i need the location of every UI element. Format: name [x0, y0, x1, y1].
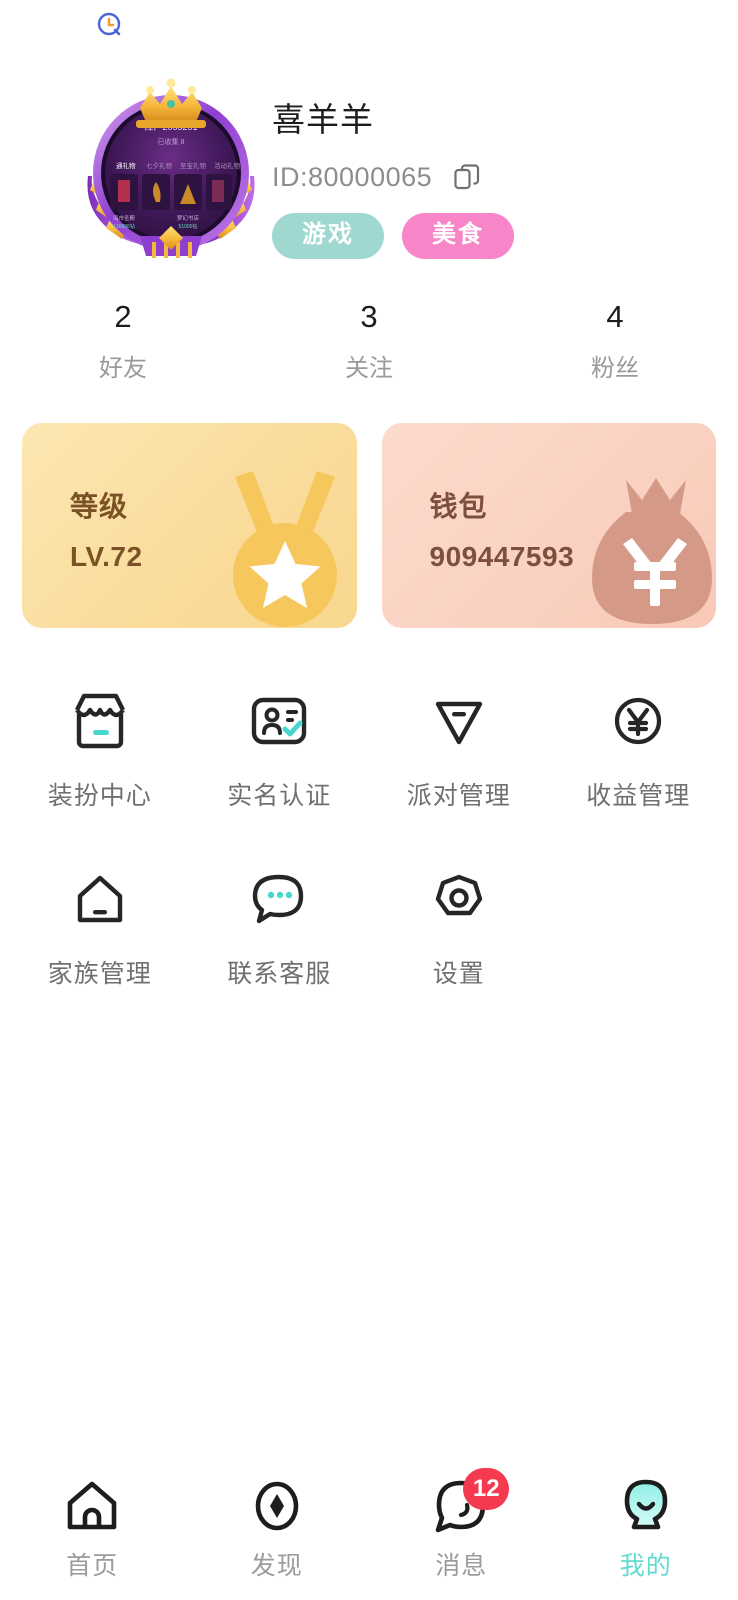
menu-item-label: 实名认证 — [227, 781, 332, 810]
svg-text:梦幻书店: 梦幻书店 — [177, 214, 200, 222]
tab-home[interactable]: 首页 — [0, 1476, 185, 1582]
chat-support-icon — [190, 866, 370, 932]
stat-value: 4 — [606, 298, 624, 334]
stat-label: 关注 — [345, 354, 393, 382]
status-bar — [0, 0, 738, 52]
stat-following[interactable]: 3 关注 — [246, 299, 492, 383]
tab-label: 首页 — [66, 1552, 119, 1580]
tab-messages[interactable]: 12 消息 — [369, 1468, 554, 1582]
menu-grid: 装扮中心 实名认证 派对管理 收益管理 家族管理 联系客服 设置 — [0, 676, 738, 990]
menu-item-identity-verification[interactable]: 实名认证 — [190, 676, 370, 812]
menu-item-settings[interactable]: 设置 — [369, 854, 549, 990]
menu-row-1: 装扮中心 实名认证 派对管理 收益管理 — [10, 676, 728, 812]
menu-item-label: 联系客服 — [227, 959, 332, 988]
stats-row: 2 好友 3 关注 4 粉丝 — [0, 299, 738, 383]
clock-q-icon — [96, 11, 124, 39]
stat-value: 2 — [114, 298, 132, 334]
stat-value: 3 — [360, 298, 378, 334]
profile-header: 库户2055251 已收集 8 通礼物 七夕礼物 至宝礼物 活动礼物 海市圣殿 … — [0, 52, 738, 259]
message-chat-icon: 12 — [369, 1468, 554, 1536]
status-badge: 12 — [463, 1468, 510, 1510]
svg-text:51000钻: 51000钻 — [179, 223, 198, 230]
menu-cell-empty — [549, 854, 729, 990]
user-id-label: ID:80000065 — [272, 161, 433, 192]
stat-label: 粉丝 — [591, 354, 639, 382]
compass-discover-icon — [185, 1476, 370, 1536]
stat-label: 好友 — [99, 354, 147, 382]
user-id-row[interactable]: ID:80000065 — [272, 162, 514, 193]
page-title: 喜羊羊 — [272, 101, 374, 138]
menu-item-label: 派对管理 — [406, 781, 511, 810]
stat-followers[interactable]: 4 粉丝 — [492, 299, 738, 383]
svg-text:七夕礼物: 七夕礼物 — [146, 161, 173, 170]
tab-label: 发现 — [250, 1552, 303, 1580]
wallet-card-value: 909447593 — [429, 540, 575, 572]
yen-circle-icon — [549, 688, 729, 754]
level-card-title: 等级 — [70, 490, 129, 522]
svg-text:128888钻: 128888钻 — [113, 223, 135, 230]
level-card-value: LV.72 — [70, 540, 143, 572]
menu-item-earnings-management[interactable]: 收益管理 — [549, 676, 729, 812]
profile-info: 喜羊羊 ID:80000065 游戏 美食 — [272, 68, 514, 259]
id-card-verified-icon — [190, 688, 370, 754]
svg-text:通礼物: 通礼物 — [116, 161, 136, 170]
summary-cards: 等级 LV.72 钱包 909447593 — [0, 422, 738, 628]
level-card[interactable]: 等级 LV.72 — [22, 422, 357, 628]
avatar[interactable]: 库户2055251 已收集 8 通礼物 七夕礼物 至宝礼物 活动礼物 海市圣殿 … — [78, 68, 264, 258]
tab-profile[interactable]: 我的 — [554, 1476, 738, 1582]
menu-item-label: 收益管理 — [586, 781, 691, 810]
svg-text:已收集 8: 已收集 8 — [158, 137, 185, 146]
menu-item-label: 家族管理 — [47, 959, 152, 988]
copy-icon[interactable] — [454, 164, 480, 190]
svg-text:活动礼物: 活动礼物 — [214, 161, 241, 170]
tag-food[interactable]: 美食 — [402, 212, 514, 259]
party-triangle-icon — [369, 688, 549, 754]
tab-label: 消息 — [435, 1552, 488, 1580]
home-icon — [0, 1476, 185, 1536]
tag-game[interactable]: 游戏 — [272, 212, 384, 259]
ornate-crown-avatar-frame: 库户2055251 已收集 8 通礼物 七夕礼物 至宝礼物 活动礼物 海市圣殿 … — [87, 78, 255, 258]
profile-screen: 库户2055251 已收集 8 通礼物 七夕礼物 至宝礼物 活动礼物 海市圣殿 … — [0, 0, 738, 1600]
crown-icon — [136, 78, 206, 128]
menu-item-contact-support[interactable]: 联系客服 — [190, 854, 370, 990]
settings-nut-icon — [369, 866, 549, 932]
house-family-icon — [10, 866, 190, 932]
wallet-card-title: 钱包 — [429, 490, 488, 522]
menu-row-2: 家族管理 联系客服 设置 — [10, 854, 728, 990]
menu-item-label: 设置 — [432, 959, 485, 988]
menu-item-label: 装扮中心 — [47, 781, 152, 810]
profile-avatar-icon — [554, 1476, 738, 1536]
stat-friends[interactable]: 2 好友 — [0, 299, 246, 383]
tab-label: 我的 — [619, 1552, 672, 1580]
menu-item-party-management[interactable]: 派对管理 — [369, 676, 549, 812]
svg-text:海市圣殿: 海市圣殿 — [113, 214, 136, 222]
wallet-card[interactable]: 钱包 909447593 — [381, 422, 716, 628]
tag-list: 游戏 美食 — [272, 212, 514, 259]
svg-text:至宝礼物: 至宝礼物 — [180, 161, 207, 170]
menu-item-dressup-center[interactable]: 装扮中心 — [10, 676, 190, 812]
tab-discover[interactable]: 发现 — [185, 1476, 370, 1582]
menu-item-family-management[interactable]: 家族管理 — [10, 854, 190, 990]
bottom-navigation: 首页 发现 12 消息 我的 — [0, 1454, 738, 1600]
store-shop-icon — [10, 688, 190, 754]
